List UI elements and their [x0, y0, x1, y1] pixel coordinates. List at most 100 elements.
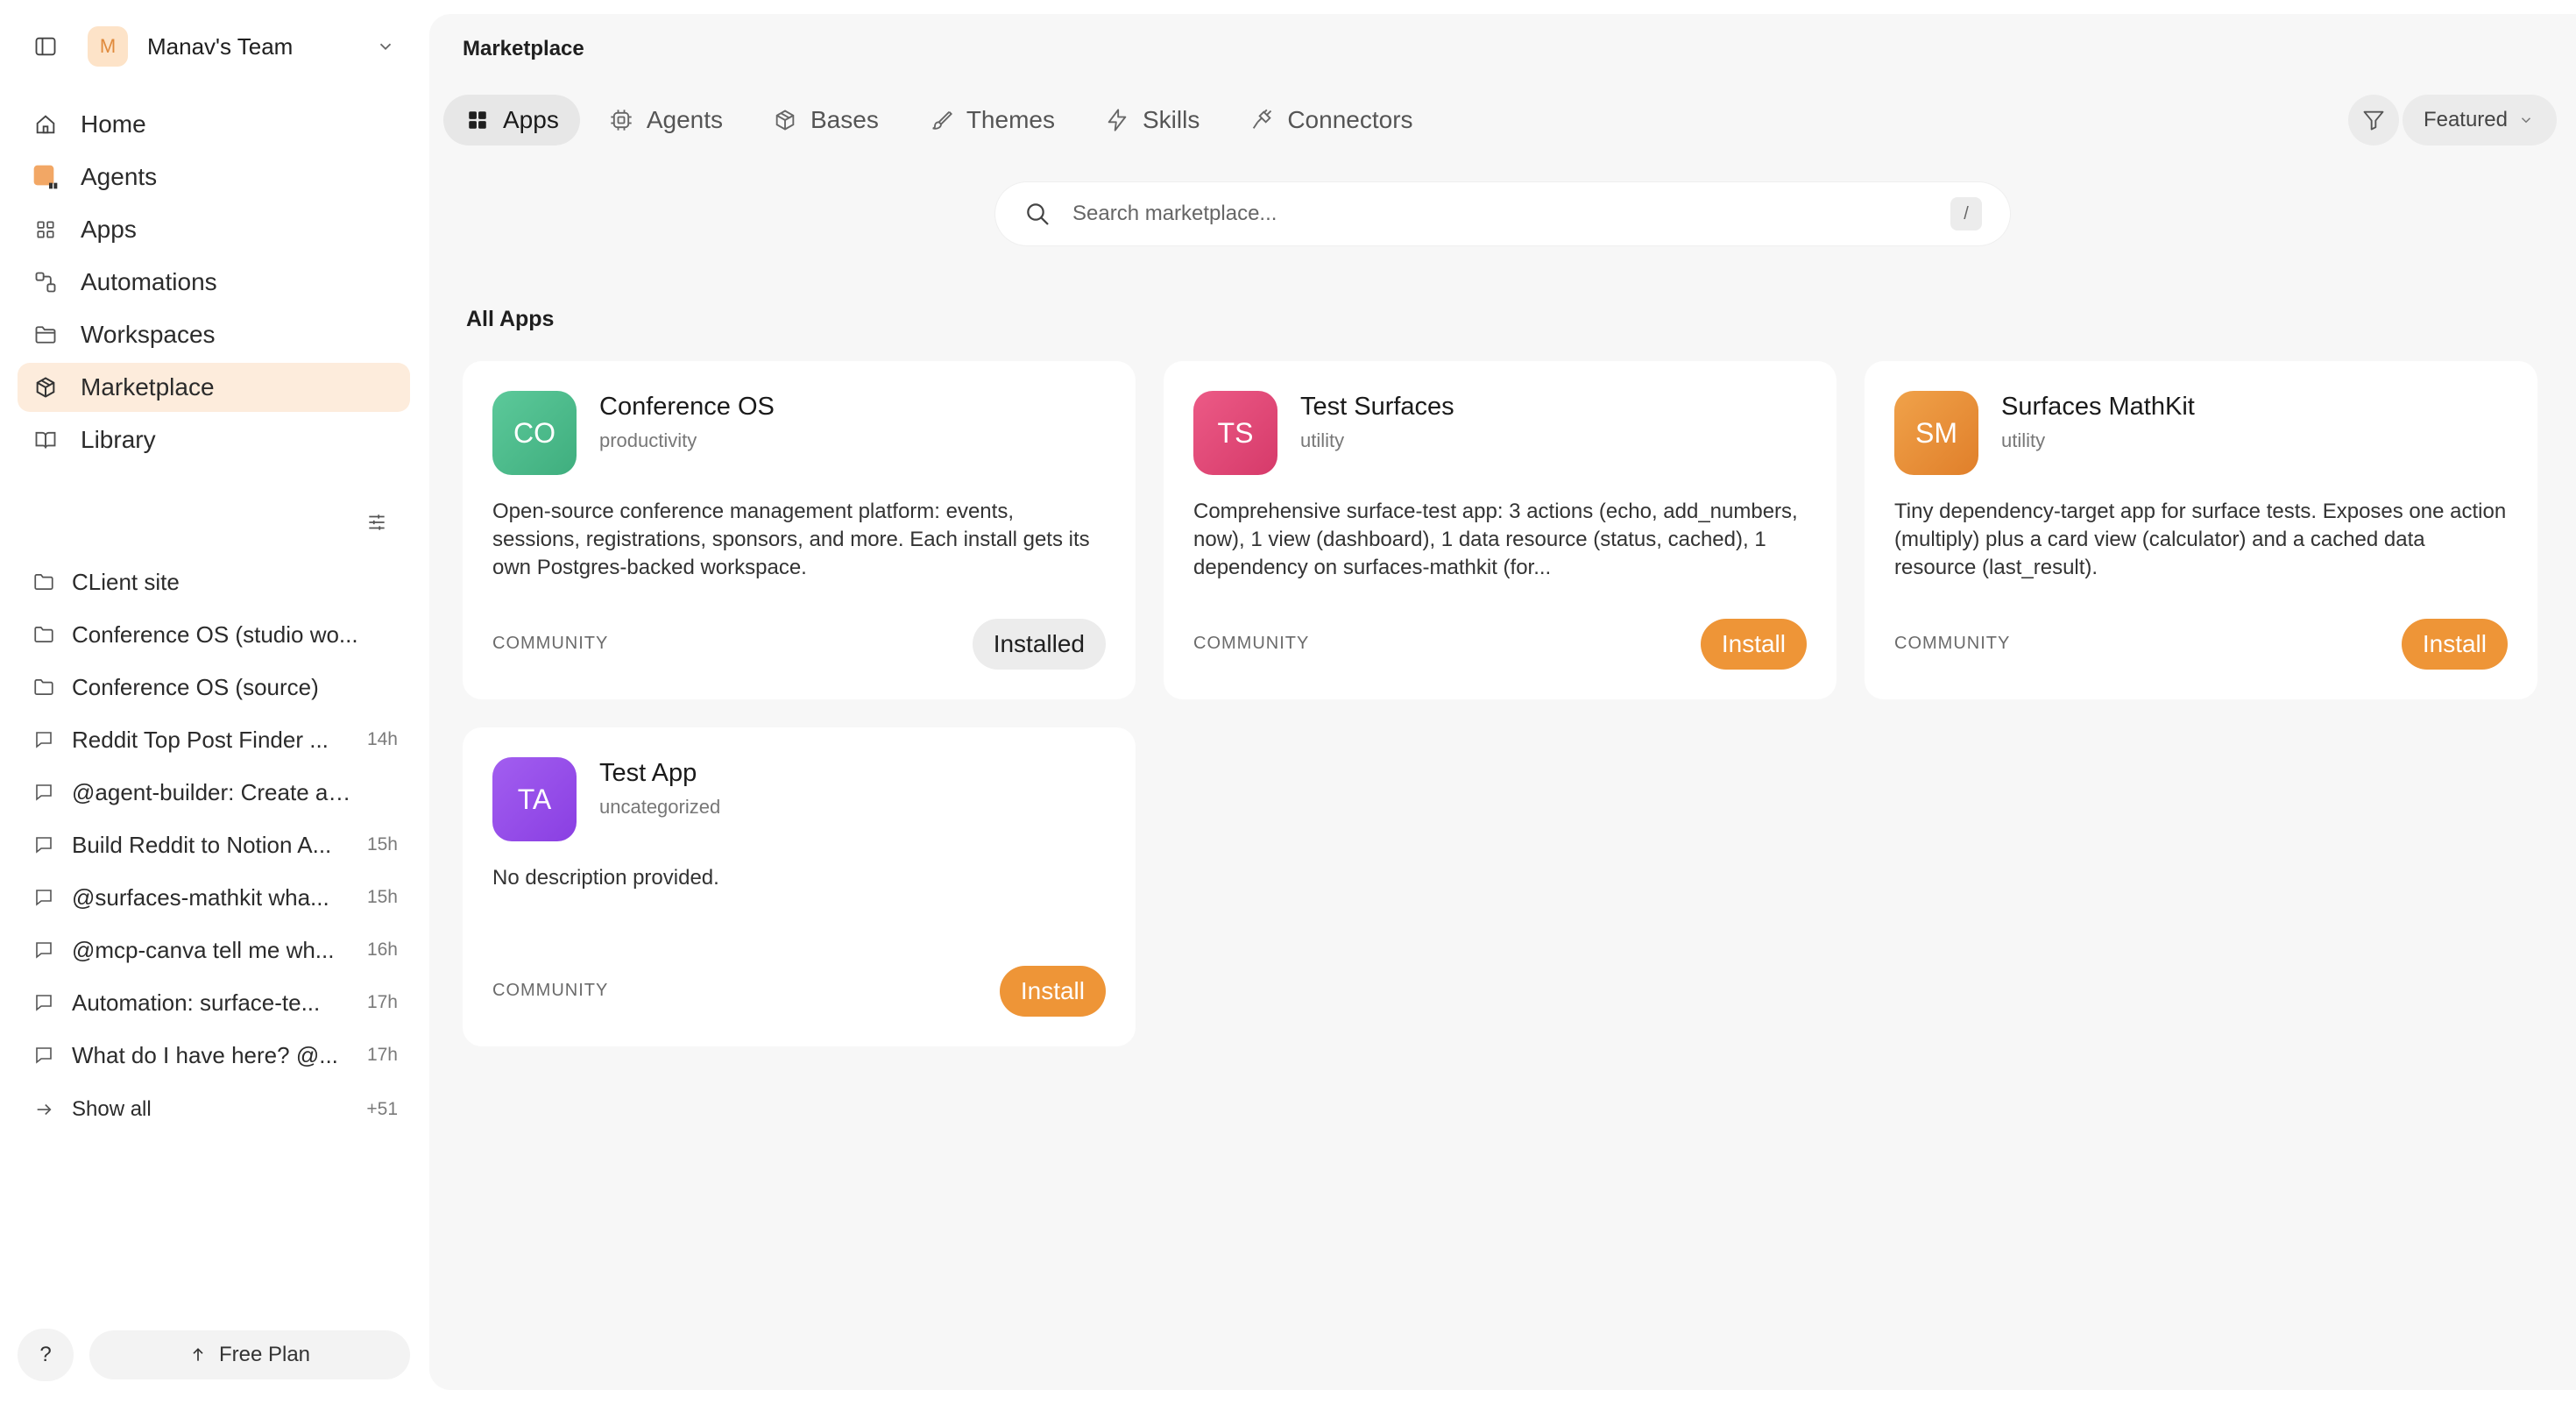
- brush-icon: [928, 107, 954, 133]
- recent-item-time: 17h: [366, 992, 398, 1012]
- show-all-link[interactable]: Show all +51: [18, 1081, 410, 1138]
- sliders-icon[interactable]: [359, 505, 394, 540]
- sidebar-item-workspaces[interactable]: Workspaces: [18, 310, 410, 359]
- sidebar-item-apps[interactable]: Apps: [18, 205, 410, 254]
- folder-icon: [32, 570, 56, 594]
- tab-themes[interactable]: Themes: [907, 95, 1076, 145]
- team-avatar[interactable]: M: [88, 26, 128, 67]
- chat-icon: [32, 885, 56, 910]
- tab-apps[interactable]: Apps: [443, 95, 580, 145]
- chat-icon: [32, 727, 56, 752]
- toggle-sidebar-icon[interactable]: [28, 29, 63, 64]
- app-avatar: CO: [492, 391, 577, 475]
- recent-item-label: @mcp-canva tell me wh...: [72, 936, 335, 963]
- sidebar-footer: ? Free Plan: [18, 1329, 410, 1381]
- recent-item-label: @agent-builder: Create a n...: [72, 778, 354, 805]
- chat-icon: [32, 938, 56, 962]
- sidebar-header: M Manav's Team: [28, 26, 403, 67]
- sidebar-item-home[interactable]: Home: [18, 100, 410, 149]
- sidebar-item-marketplace[interactable]: Marketplace: [18, 363, 410, 412]
- recent-list: CLient site Conference OS (studio wo... …: [18, 556, 410, 1138]
- filter-button[interactable]: [2347, 95, 2399, 145]
- plug-icon: [1249, 107, 1275, 133]
- app-card[interactable]: CO Conference OS productivity Open-sourc…: [463, 361, 1136, 699]
- folder-icon: [32, 622, 56, 647]
- section-title: All Apps: [466, 307, 555, 331]
- sidebar-item-library[interactable]: Library: [18, 415, 410, 464]
- app-card[interactable]: TS Test Surfaces utility Comprehensive s…: [1164, 361, 1836, 699]
- help-button[interactable]: ?: [18, 1329, 74, 1381]
- arrow-right-icon: [32, 1097, 56, 1122]
- folder-icon: [32, 321, 60, 349]
- recent-item-label: What do I have here? @...: [72, 1041, 338, 1068]
- apps-grid-icon: [32, 216, 60, 244]
- app-category: productivity: [599, 429, 697, 451]
- recent-chat-item[interactable]: @mcp-canva tell me wh... 16h: [18, 924, 410, 976]
- marketplace-tabs: Apps Agents Bases Themes Skills Connecto…: [443, 95, 1441, 145]
- installed-button[interactable]: Installed: [972, 619, 1106, 670]
- app-source: COMMUNITY: [492, 981, 609, 1000]
- recent-item-label: Conference OS (studio wo...: [72, 620, 358, 648]
- recent-item-time: 14h: [366, 729, 398, 749]
- chat-icon: [32, 780, 56, 805]
- sort-dropdown[interactable]: Featured: [2402, 95, 2557, 145]
- recent-chat-item[interactable]: Build Reddit to Notion A... 15h: [18, 819, 410, 871]
- sort-label: Featured: [2423, 108, 2508, 131]
- install-button[interactable]: Install: [1700, 619, 1807, 670]
- sidebar-item-agents[interactable]: Agents: [18, 152, 410, 202]
- app-category: utility: [2001, 429, 2046, 451]
- tab-connectors[interactable]: Connectors: [1228, 95, 1433, 145]
- automations-icon: [32, 268, 60, 296]
- app-source: COMMUNITY: [1894, 634, 2011, 653]
- recent-chat-item[interactable]: What do I have here? @... 17h: [18, 1029, 410, 1081]
- app-name: Surfaces MathKit: [2001, 393, 2195, 421]
- agent-chip-icon: [608, 107, 634, 133]
- cube-icon: [32, 373, 60, 401]
- sidebar-item-label: Marketplace: [81, 373, 215, 401]
- free-plan-label: Free Plan: [218, 1343, 311, 1366]
- recent-item-time: 15h: [366, 834, 398, 854]
- book-icon: [32, 426, 60, 454]
- tab-bases[interactable]: Bases: [751, 95, 900, 145]
- app-avatar: TS: [1193, 391, 1277, 475]
- app-name: Test App: [599, 759, 697, 787]
- chat-icon: [32, 990, 56, 1015]
- tab-skills[interactable]: Skills: [1083, 95, 1221, 145]
- app-name: Test Surfaces: [1300, 393, 1454, 421]
- search-shortcut-badge: /: [1950, 197, 1982, 230]
- search-input[interactable]: [1072, 202, 1950, 226]
- folder-icon: [32, 675, 56, 699]
- sidebar-item-label: Workspaces: [81, 321, 216, 348]
- sidebar-item-label: Home: [81, 110, 146, 138]
- app-avatar: TA: [492, 757, 577, 841]
- recent-chat-item[interactable]: Automation: surface-te... 17h: [18, 976, 410, 1029]
- recent-chat-item[interactable]: Reddit Top Post Finder ... 14h: [18, 713, 410, 766]
- recent-item-label: Conference OS (source): [72, 673, 319, 700]
- sidebar-item-automations[interactable]: Automations: [18, 258, 410, 307]
- main-panel: Marketplace Apps Agents Bases Themes Ski…: [429, 14, 2576, 1390]
- install-button[interactable]: Install: [2401, 619, 2508, 670]
- app-card[interactable]: SM Surfaces MathKit utility Tiny depende…: [1865, 361, 2537, 699]
- tab-label: Skills: [1142, 106, 1200, 133]
- tab-agents[interactable]: Agents: [587, 95, 744, 145]
- team-name[interactable]: Manav's Team: [147, 33, 293, 60]
- chevron-down-icon[interactable]: [368, 29, 403, 64]
- bolt-icon: [1104, 107, 1130, 133]
- recent-chat-item[interactable]: @agent-builder: Create a n...: [18, 766, 410, 819]
- sidebar-item-label: Automations: [81, 268, 217, 295]
- recent-folder-item[interactable]: Conference OS (studio wo...: [18, 608, 410, 661]
- app-name: Conference OS: [599, 393, 775, 421]
- recent-folder-item[interactable]: Conference OS (source): [18, 661, 410, 713]
- app-card[interactable]: TA Test App uncategorized No description…: [463, 727, 1136, 1046]
- recent-item-label: @surfaces-mathkit wha...: [72, 883, 329, 911]
- tab-label: Apps: [503, 106, 559, 133]
- install-button[interactable]: Install: [999, 966, 1106, 1017]
- app-description: No description provided.: [492, 866, 719, 890]
- free-plan-button[interactable]: Free Plan: [89, 1330, 410, 1379]
- recent-item-label: Automation: surface-te...: [72, 989, 321, 1016]
- recent-chat-item[interactable]: @surfaces-mathkit wha... 15h: [18, 871, 410, 924]
- sidebar: M Manav's Team Home Agents Apps Automati…: [0, 0, 429, 1404]
- recent-folder-item[interactable]: CLient site: [18, 556, 410, 608]
- search-icon: [1023, 200, 1051, 228]
- tab-label: Connectors: [1287, 106, 1413, 133]
